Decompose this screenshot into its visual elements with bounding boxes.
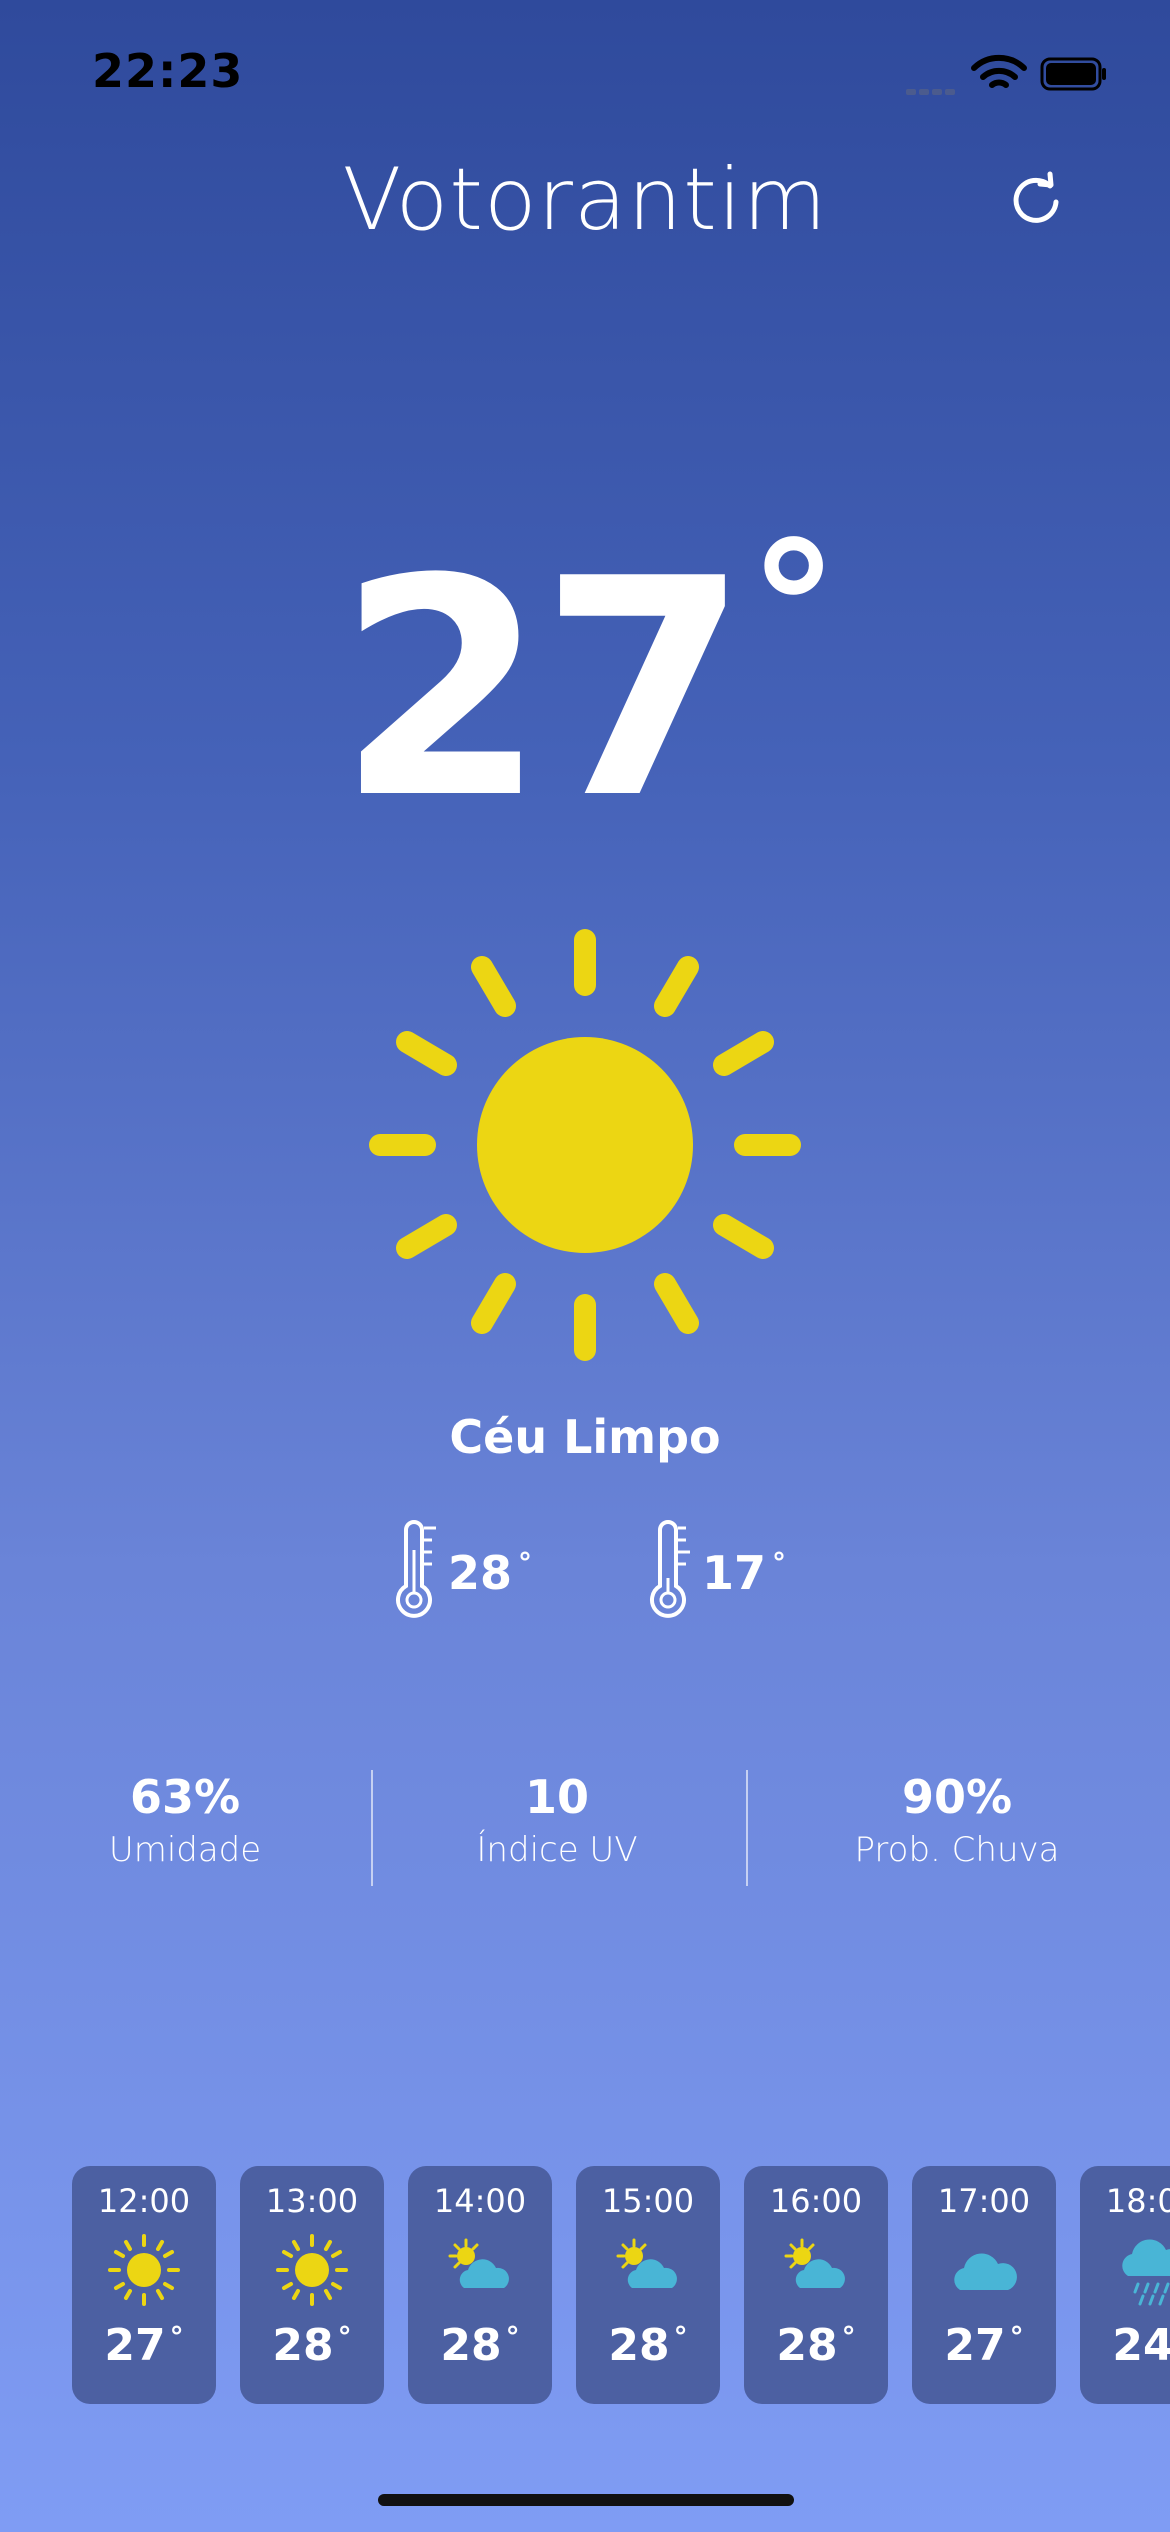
cloud-icon [954,2253,1017,2290]
uv-index-value: 10 [524,1770,589,1824]
hour-time: 12:00 [97,2182,191,2220]
hour-temp: 27 [104,2320,166,2371]
min-temp-value: 17 [702,1546,767,1600]
hour-time: 17:00 [937,2182,1031,2220]
thermometer-high-icon [396,1520,436,1618]
hour-temp: 28 [776,2320,838,2371]
hour-time: 13:00 [265,2182,359,2220]
partly-cloudy-icon [616,2238,677,2288]
degree-symbol: ° [518,1546,533,1579]
sun-icon [276,2234,348,2306]
uv-index-label: Índice UV [476,1830,638,1870]
wifi-icon [971,54,1027,88]
stat-rain-probability: 90% Prob. Chuva [772,1770,1142,1870]
degree-symbol: ° [169,2320,184,2353]
humidity-value: 63% [129,1770,241,1824]
partly-cloudy-icon [448,2238,509,2288]
hourly-card[interactable]: 16:00 28 ° [744,2166,888,2404]
hour-time: 15:00 [601,2182,695,2220]
degree-symbol: ° [505,2320,520,2353]
sun-icon [108,2234,180,2306]
sun-icon [369,929,801,1361]
cellular-signal-icon [906,80,962,95]
min-temperature: 17 ° [646,1520,806,1630]
max-temp-value: 28 [448,1546,513,1600]
hourly-card[interactable]: 13:00 28 ° [240,2166,384,2404]
hour-temp: 24 [1112,2320,1170,2371]
hour-temp: 28 [272,2320,334,2371]
degree-symbol: ° [748,505,839,714]
hour-temp: 28 [608,2320,670,2371]
temperature-value: 27 [337,515,748,864]
degree-symbol: ° [673,2320,688,2353]
current-temperature: 27° [0,520,1170,840]
hour-time: 16:00 [769,2182,863,2220]
degree-symbol: ° [772,1546,787,1579]
home-indicator[interactable] [378,2494,794,2506]
rain-probability-label: Prob. Chuva [854,1830,1060,1870]
condition-label: Céu Limpo [449,1410,721,1464]
stat-uv-index: 10 Índice UV [372,1770,742,1870]
hourly-card[interactable]: 18:00 24° [1080,2166,1170,2404]
rain-cloud-icon [1122,2239,1170,2306]
hour-temp: 27 [944,2320,1006,2371]
thermometer-low-icon [650,1520,690,1618]
partly-cloudy-icon [784,2238,845,2288]
max-temperature: 28 ° [392,1520,552,1630]
degree-symbol: ° [337,2320,352,2353]
stat-humidity: 63% Umidade [0,1770,370,1870]
city-name: Votorantim [342,150,828,250]
humidity-label: Umidade [108,1830,262,1870]
degree-symbol: ° [1009,2320,1024,2353]
status-time: 22:23 [92,44,244,98]
stat-divider [746,1770,748,1886]
battery-icon [1040,57,1106,91]
hourly-card[interactable]: 14:00 28 ° [408,2166,552,2404]
hour-temp: 28 [440,2320,502,2371]
hourly-card[interactable]: 12:00 27 ° [72,2166,216,2404]
degree-symbol: ° [841,2320,856,2353]
hourly-card[interactable]: 17:00 27 ° [912,2166,1056,2404]
refresh-icon[interactable] [1004,168,1068,232]
rain-probability-value: 90% [901,1770,1013,1824]
hour-time: 18:00 [1105,2182,1170,2220]
hourly-card[interactable]: 15:00 28 ° [576,2166,720,2404]
hour-time: 14:00 [433,2182,527,2220]
